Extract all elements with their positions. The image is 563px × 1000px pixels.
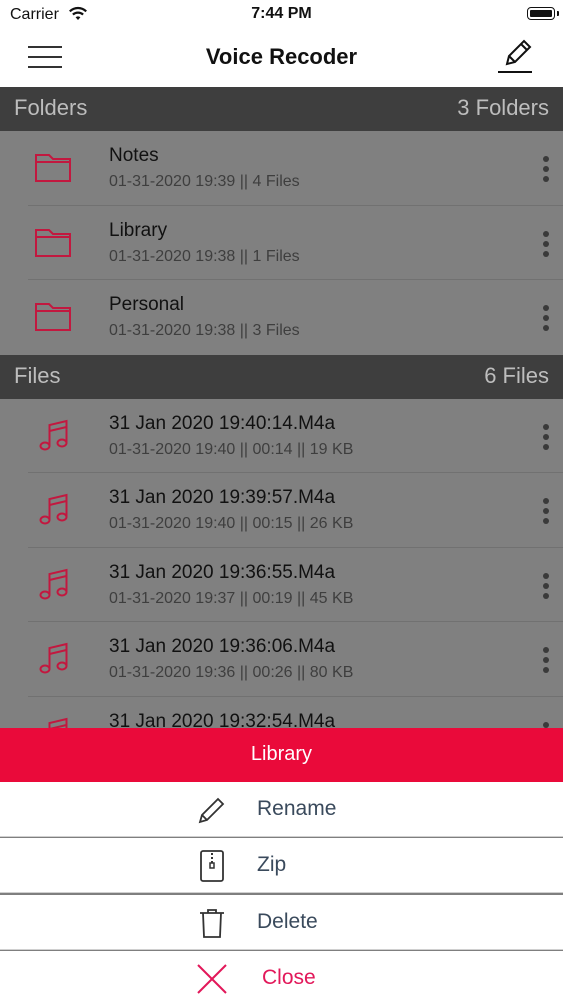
folder-icon <box>34 151 76 185</box>
file-meta: 01-31-2020 19:40 || 00:14 || 19 KB <box>109 440 354 458</box>
battery-icon <box>527 7 559 20</box>
more-options-icon[interactable] <box>543 156 549 182</box>
music-note-icon <box>34 642 76 676</box>
action-sheet-title: Library <box>250 743 313 765</box>
folder-name: Personal <box>109 294 184 315</box>
more-options-icon[interactable] <box>543 572 549 599</box>
more-options-icon[interactable] <box>543 305 549 331</box>
music-note-icon <box>34 717 76 728</box>
folder-name: Library <box>109 219 168 241</box>
rename-button[interactable]: Rename <box>0 782 563 837</box>
file-name: 31 Jan 2020 19:40:14.M4a <box>109 412 336 434</box>
folders-section-header: Folders 3 Folders <box>0 87 563 131</box>
file-name: 31 Jan 2020 19:39:57.M4a <box>109 487 336 508</box>
navigation-bar: Voice Recoder <box>0 30 563 87</box>
action-sheet-title-bar: Library <box>0 728 563 782</box>
music-note-icon <box>34 568 76 602</box>
folder-name: Notes <box>109 145 159 166</box>
files-section-label: Files <box>14 362 61 388</box>
folder-icon <box>34 226 76 260</box>
delete-label: Delete <box>257 910 318 933</box>
file-name: 31 Jan 2020 19:36:55.M4a <box>109 561 336 583</box>
folder-row[interactable]: Library 01-31-2020 19:38 || 1 Files <box>0 206 563 280</box>
files-count: 6 Files <box>484 362 549 388</box>
folder-row[interactable]: Personal 01-31-2020 19:38 || 3 Files <box>0 280 563 355</box>
status-time: 7:44 PM <box>251 5 312 22</box>
file-row[interactable]: 31 Jan 2020 19:36:06.M4a 01-31-2020 19:3… <box>0 622 563 697</box>
file-meta: 01-31-2020 19:40 || 00:15 || 26 KB <box>109 515 354 532</box>
rename-label: Rename <box>257 797 337 820</box>
close-icon <box>196 963 228 995</box>
close-button[interactable]: Close <box>0 951 563 1000</box>
file-row[interactable]: 31 Jan 2020 19:39:57.M4a 01-31-2020 19:4… <box>0 473 563 548</box>
folder-icon <box>34 300 76 334</box>
pencil-icon[interactable] <box>495 36 535 76</box>
file-name: 31 Jan 2020 19:36:06.M4a <box>109 636 336 657</box>
folders-count: 3 Folders <box>457 95 549 120</box>
file-row[interactable]: 31 Jan 2020 19:32:54.M4a <box>0 697 563 729</box>
trash-icon <box>196 907 228 939</box>
folders-section-label: Folders <box>14 95 88 120</box>
folder-meta: 01-31-2020 19:38 || 3 Files <box>109 322 300 339</box>
file-name: 31 Jan 2020 19:32:54.M4a <box>109 710 336 729</box>
more-options-icon[interactable] <box>543 647 549 673</box>
status-bar: Carrier 7:44 PM <box>0 0 563 30</box>
file-row[interactable]: 31 Jan 2020 19:40:14.M4a 01-31-2020 19:4… <box>0 399 563 473</box>
file-meta: 01-31-2020 19:37 || 00:19 || 45 KB <box>109 589 354 607</box>
folder-meta: 01-31-2020 19:39 || 4 Files <box>109 173 300 190</box>
file-meta: 01-31-2020 19:36 || 00:26 || 80 KB <box>109 664 354 681</box>
files-section-header: Files 6 Files <box>0 354 563 399</box>
zip-label: Zip <box>257 853 287 876</box>
folder-row[interactable]: Notes 01-31-2020 19:39 || 4 Files <box>0 131 563 206</box>
zip-file-icon <box>196 850 228 882</box>
delete-button[interactable]: Delete <box>0 895 563 950</box>
more-options-icon[interactable] <box>543 230 549 257</box>
music-note-icon <box>34 419 76 453</box>
close-label: Close <box>262 966 316 989</box>
file-row[interactable]: 31 Jan 2020 19:36:55.M4a 01-31-2020 19:3… <box>0 548 563 622</box>
list-area: Folders 3 Folders Notes 01-31-2020 19:39… <box>0 87 563 728</box>
folder-meta: 01-31-2020 19:38 || 1 Files <box>109 247 300 265</box>
pencil-icon <box>196 794 228 826</box>
page-title: Voice Recoder <box>205 44 358 69</box>
more-options-icon[interactable] <box>543 498 549 524</box>
zip-button[interactable]: Zip <box>0 838 563 893</box>
more-options-icon[interactable] <box>543 423 549 450</box>
music-note-icon <box>34 493 76 527</box>
